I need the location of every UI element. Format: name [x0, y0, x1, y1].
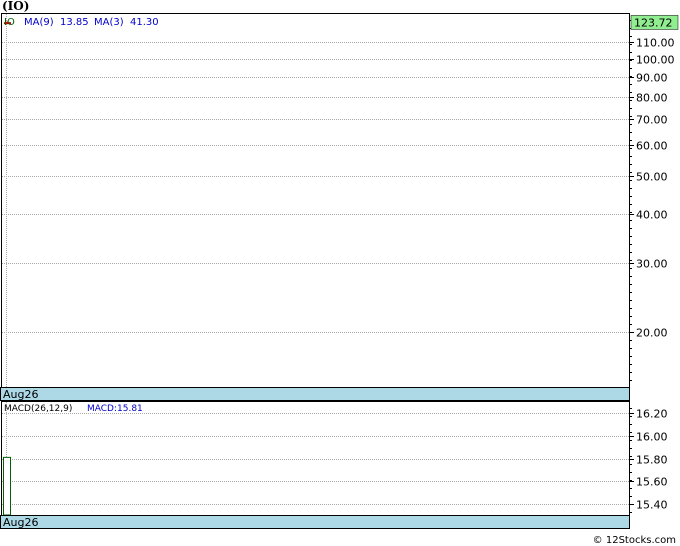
- price-tick-label: 30.00: [636, 258, 668, 271]
- chart-page: (IO) 20.00 30.00 40.00 50.00 60.00 70.00 80.00…: [0, 0, 680, 546]
- price-tick-label: 40.00: [636, 209, 668, 222]
- price-y-axis: 20.00 30.00 40.00 50.00 60.00 70.00 80.00 90.00…: [630, 15, 679, 381]
- macd-bar: [3, 456, 11, 516]
- macd-series: [3, 456, 11, 516]
- ticker-label: IO: [4, 17, 15, 28]
- macd-tick-label: 15.80: [636, 454, 668, 467]
- price-tick-label: 80.00: [636, 92, 668, 105]
- price-tick-label: 20.00: [636, 327, 668, 340]
- price-tick-label: 60.00: [636, 140, 668, 153]
- ma9-value: 13.85: [60, 17, 89, 28]
- ma3-label: MA(3): [94, 17, 124, 28]
- price-tick-label: 70.00: [636, 114, 668, 127]
- macd-y-axis: 15.40 15.60 15.80 16.00 16.20: [630, 408, 668, 513]
- last-price-label: 123.72: [634, 16, 673, 29]
- price-date-bar: [0, 387, 630, 401]
- macd-indicator-label: MACD(26,12,9): [4, 404, 72, 414]
- chart-canvas: 20.00 30.00 40.00 50.00 60.00 70.00 80.00 90.00…: [0, 13, 679, 529]
- price-tick-label: 90.00: [636, 72, 668, 85]
- price-tick-label: 110.00: [636, 37, 675, 50]
- ma3-value: 41.30: [130, 17, 159, 28]
- price-date-label: Aug26: [3, 388, 38, 401]
- credit-text: © 12Stocks.com: [592, 535, 676, 546]
- macd-date-bar: [0, 515, 630, 529]
- macd-tick-label: 15.40: [636, 499, 668, 512]
- price-tick-label: 100.00: [636, 54, 675, 67]
- macd-tick-label: 15.60: [636, 476, 668, 489]
- macd-tick-label: 16.00: [636, 431, 668, 444]
- macd-panel-frame: [1, 401, 630, 516]
- price-tick-label: 50.00: [636, 171, 668, 184]
- macd-date-label: Aug26: [3, 516, 38, 529]
- ma9-label: MA(9): [24, 17, 54, 28]
- macd-tick-label: 16.20: [636, 408, 668, 421]
- macd-value-label: MACD:15.81: [87, 404, 143, 414]
- price-panel-frame: [1, 13, 630, 388]
